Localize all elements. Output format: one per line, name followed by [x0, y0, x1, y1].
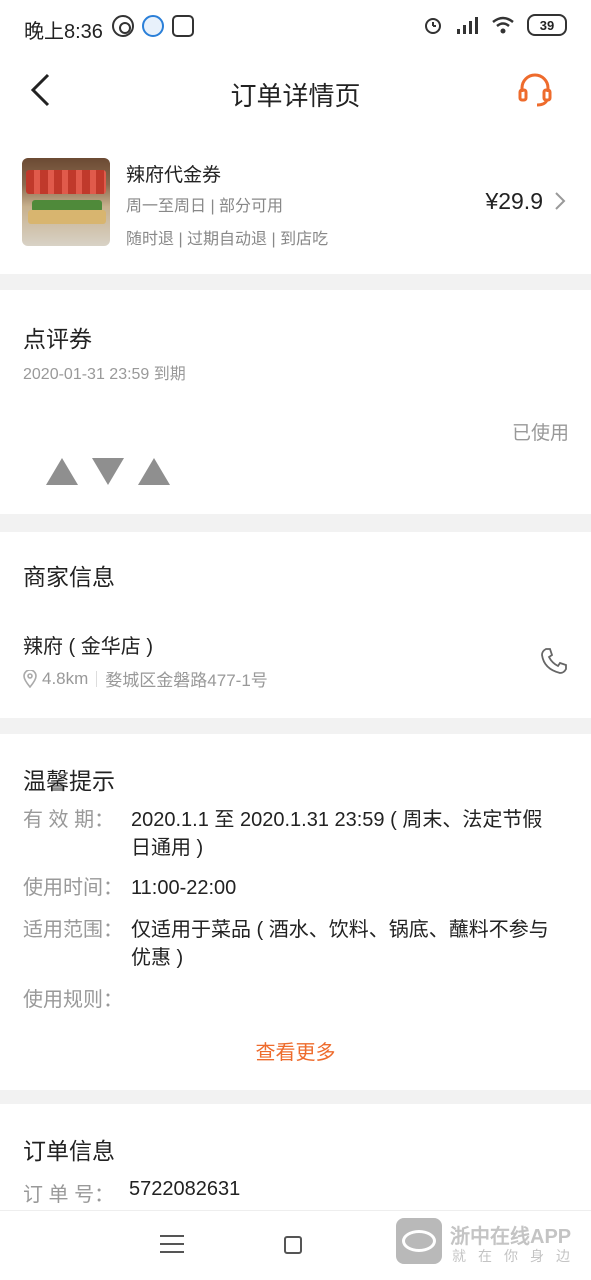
triangle-up-icon — [138, 458, 170, 485]
merchant-section: 商家信息 辣府 ( 金华店 ) 4.8km 婺城区金磐路477-1号 — [0, 532, 591, 718]
section-divider — [0, 274, 591, 290]
meta-separator — [96, 670, 98, 687]
coupon-title: 点评券 — [23, 326, 92, 352]
product-thumbnail — [22, 158, 110, 246]
section-divider — [0, 718, 591, 734]
tip-value: 11:00-22:00 — [131, 877, 237, 899]
tip-value: 2020.1.1 至 2020.1.31 23:59 ( 周末、法定节假日通用 … — [131, 809, 543, 859]
triangle-down-icon — [92, 458, 124, 485]
coupon-section: 点评券 2020-01-31 23:59 到期 已使用 — [0, 290, 591, 514]
app-notification-icon — [172, 15, 194, 37]
chevron-right-icon — [555, 192, 566, 210]
product-row[interactable]: 辣府代金券 周一至周日 | 部分可用 随时退 | 过期自动退 | 到店吃 ¥29… — [0, 128, 591, 274]
view-more-link[interactable]: 查看更多 — [0, 1036, 591, 1065]
tips-section: 温馨提示 有 效 期： 2020.1.1 至 2020.1.31 23:59 (… — [0, 734, 591, 1090]
header: 订单详情页 — [0, 54, 591, 128]
wifi-icon — [492, 16, 514, 34]
tip-label: 有 效 期： — [23, 809, 115, 831]
section-divider — [0, 1090, 591, 1104]
order-number-label: 订 单 号： — [23, 1184, 115, 1206]
watermark-subtext: 就在你身边 — [452, 1248, 582, 1264]
merchant-title: 商家信息 — [23, 564, 115, 590]
product-refund-policy: 随时退 | 过期自动退 | 到店吃 — [126, 231, 329, 248]
battery-icon: 39 — [527, 14, 567, 36]
order-title: 订单信息 — [23, 1138, 115, 1164]
tip-row-scope: 适用范围： 仅适用于菜品 ( 酒水、饮料、锅底、蘸料不参与优惠 ) — [23, 916, 561, 972]
watermark-text: 浙中在线APP — [450, 1226, 572, 1248]
app-notification-icon — [112, 15, 134, 37]
tip-value: 仅适用于菜品 ( 酒水、饮料、锅底、蘸料不参与优惠 ) — [131, 919, 549, 969]
merchant-address: 婺城区金磐路477-1号 — [105, 671, 268, 690]
product-availability: 周一至周日 | 部分可用 — [126, 198, 284, 215]
tip-row-validity: 有 效 期： 2020.1.1 至 2020.1.31 23:59 ( 周末、法… — [23, 806, 561, 862]
order-number[interactable]: 5722082631 — [129, 1178, 240, 1207]
signal-icon — [457, 17, 478, 34]
tip-label: 使用时间： — [23, 877, 123, 899]
product-name: 辣府代金券 — [126, 165, 222, 186]
location-pin-icon — [23, 669, 37, 688]
order-section: 订单信息 订 单 号： 5722082631 — [0, 1104, 591, 1214]
coupon-status: 已使用 — [511, 423, 569, 444]
merchant-meta: 4.8km 婺城区金磐路477-1号 — [22, 666, 268, 691]
product-price: ¥29.9 — [485, 188, 543, 214]
alarm-icon — [425, 18, 441, 34]
app-notification-icon — [142, 15, 164, 37]
expand-indicator[interactable] — [46, 458, 170, 485]
customer-service-button[interactable] — [513, 68, 557, 112]
menu-icon[interactable] — [160, 1235, 184, 1255]
headset-icon — [518, 73, 552, 107]
phone-icon[interactable] — [539, 646, 569, 676]
status-app-icons — [112, 15, 194, 37]
status-time: 晚上8:36 — [24, 21, 103, 43]
tip-row-rules: 使用规则： — [23, 986, 561, 1014]
section-divider — [0, 514, 591, 532]
merchant-distance: 4.8km — [42, 668, 89, 688]
tips-title: 温馨提示 — [23, 768, 115, 794]
tip-label: 适用范围： — [23, 919, 123, 941]
tip-label: 使用规则： — [23, 989, 123, 1011]
status-right: 39 — [423, 14, 567, 36]
coupon-expiry: 2020-01-31 23:59 到期 — [23, 366, 186, 383]
watermark: 浙中在线APP 就在你身边 — [396, 1218, 586, 1270]
merchant-name[interactable]: 辣府 ( 金华店 ) — [23, 630, 153, 659]
home-icon[interactable] — [284, 1236, 302, 1254]
watermark-logo-icon — [396, 1218, 442, 1264]
tip-row-hours: 使用时间： 11:00-22:00 — [23, 874, 561, 902]
order-number-row: 订 单 号： 5722082631 — [23, 1178, 240, 1207]
status-bar: 晚上8:36 39 — [0, 0, 591, 54]
tip-value — [131, 986, 561, 1014]
triangle-up-icon — [46, 458, 78, 485]
page-title: 订单详情页 — [230, 81, 361, 111]
